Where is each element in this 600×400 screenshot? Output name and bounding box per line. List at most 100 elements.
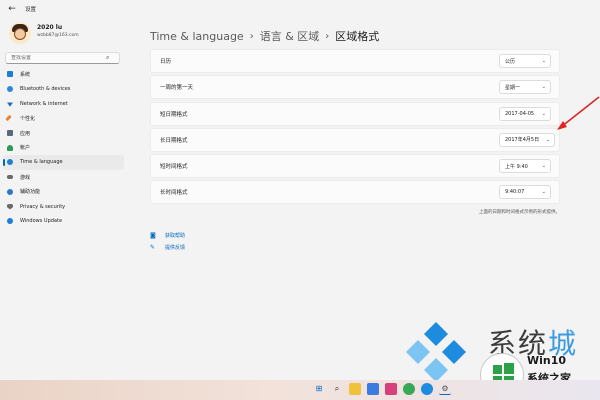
monitor-icon xyxy=(7,71,13,78)
dropdown-value: 星期一 xyxy=(505,84,521,91)
calendar-dropdown[interactable]: 公历 ⌄ xyxy=(499,54,551,68)
sidebar: 2020 lu wzbb87@163.com ⌕ 系统 Bluetooth & … xyxy=(0,18,128,380)
breadcrumb-time-language[interactable]: Time & language xyxy=(150,30,244,43)
shield-icon xyxy=(7,203,13,210)
get-help-label: 获取帮助 xyxy=(165,232,186,239)
sidebar-item-personalization[interactable]: 个性化 xyxy=(3,111,124,126)
chevron-right-icon: › xyxy=(249,30,254,42)
brush-icon xyxy=(5,115,12,122)
chevron-down-icon: ⌄ xyxy=(541,84,546,91)
user-profile[interactable]: 2020 lu wzbb87@163.com xyxy=(0,18,128,50)
setting-label: 短日期格式 xyxy=(160,111,188,118)
feedback-icon: ✎ xyxy=(150,243,156,251)
setting-row-first-day: 一周的第一天 星期一 ⌄ xyxy=(150,75,560,100)
title-bar: ← 设置 xyxy=(0,0,600,18)
gamepad-icon xyxy=(7,175,13,180)
long-date-dropdown[interactable]: 2017年4月5日 ⌄ xyxy=(499,132,555,147)
chevron-down-icon: ⌄ xyxy=(541,110,546,117)
wifi-icon xyxy=(7,102,13,107)
user-name: 2020 lu xyxy=(37,24,63,31)
setting-row-short-time: 短时间格式 上午 9:40 ⌄ xyxy=(150,154,560,179)
sidebar-item-apps[interactable]: 应用 xyxy=(3,126,124,141)
setting-label: 一周的第一天 xyxy=(160,85,194,92)
watermark-logo xyxy=(406,322,466,382)
setting-label: 长日期格式 xyxy=(160,137,188,144)
short-time-dropdown[interactable]: 上午 9:40 ⌄ xyxy=(499,159,551,174)
search-box[interactable]: ⌕ xyxy=(5,52,120,64)
sidebar-item-label: Privacy & security xyxy=(20,203,66,210)
setting-row-calendar: 日历 公历 ⌄ xyxy=(150,49,560,73)
window-title: 设置 xyxy=(25,7,37,13)
help-links: ◙ 获取帮助 ✎ 提供反馈 xyxy=(150,229,185,253)
annotation-arrow xyxy=(557,96,600,130)
sidebar-item-network[interactable]: Network & internet xyxy=(3,96,124,111)
sidebar-item-label: 应用 xyxy=(20,130,31,137)
file-explorer-icon[interactable] xyxy=(349,383,361,395)
chrome-icon[interactable] xyxy=(403,383,415,395)
search-input[interactable] xyxy=(6,55,106,61)
long-time-dropdown[interactable]: 9:40:07 ⌄ xyxy=(499,185,551,200)
sidebar-item-label: Network & internet xyxy=(20,100,68,107)
arrow-shaft xyxy=(560,96,600,128)
dropdown-value: 2017年4月5日 xyxy=(505,137,540,144)
sidebar-item-bluetooth[interactable]: Bluetooth & devices xyxy=(3,82,124,97)
sidebar-item-system[interactable]: 系统 xyxy=(3,67,124,82)
setting-label: 短时间格式 xyxy=(160,164,188,171)
accessibility-icon xyxy=(7,188,13,195)
dropdown-value: 2017-04-05 xyxy=(505,110,535,117)
back-arrow-icon[interactable]: ← xyxy=(5,2,19,16)
short-date-dropdown[interactable]: 2017-04-05 ⌄ xyxy=(499,106,551,121)
sidebar-nav: 系统 Bluetooth & devices Network & interne… xyxy=(0,67,124,229)
main-content: Time & language › 语言 & 区域 › 区域格式 日历 公历 ⌄… xyxy=(150,26,560,251)
sidebar-item-accessibility[interactable]: 辅助功能 xyxy=(3,185,124,200)
dropdown-value: 公历 xyxy=(505,58,516,65)
setting-label: 长时间格式 xyxy=(160,190,188,197)
chevron-down-icon: ⌄ xyxy=(545,136,550,143)
file-manager-icon[interactable] xyxy=(367,383,379,395)
setting-row-long-date: 长日期格式 2017年4月5日 ⌄ xyxy=(150,127,560,152)
photos-icon[interactable] xyxy=(385,383,397,395)
search-icon: ⌕ xyxy=(106,54,110,61)
search-icon[interactable]: ⌕ xyxy=(331,383,343,395)
chevron-down-icon: ⌄ xyxy=(541,163,546,170)
setting-row-long-time: 长时间格式 9:40:07 ⌄ xyxy=(150,180,560,205)
sidebar-item-label: Bluetooth & devices xyxy=(20,86,71,93)
dropdown-value: 9:40:07 xyxy=(505,189,525,196)
windows-start-icon[interactable]: ⊞ xyxy=(313,383,325,395)
sidebar-item-label: Windows Update xyxy=(20,218,63,225)
setting-row-short-date: 短日期格式 2017-04-05 ⌄ xyxy=(150,101,560,126)
sidebar-item-windows-update[interactable]: Windows Update xyxy=(3,214,124,229)
sidebar-item-label: 辅助功能 xyxy=(20,189,41,196)
first-day-dropdown[interactable]: 星期一 ⌄ xyxy=(499,80,551,95)
edge-icon[interactable] xyxy=(421,383,433,395)
update-icon xyxy=(7,218,13,225)
format-note: 上面的日期和时间格式示例的形式提供。 xyxy=(479,210,560,215)
sidebar-item-accounts[interactable]: 帐户 xyxy=(3,140,124,155)
settings-icon[interactable]: ⚙ xyxy=(439,383,451,395)
sidebar-item-label: 帐户 xyxy=(20,145,31,152)
sidebar-item-label: Time & language xyxy=(20,159,63,166)
chevron-down-icon: ⌄ xyxy=(541,189,546,196)
chevron-down-icon: ⌄ xyxy=(541,58,546,64)
breadcrumb-language-region[interactable]: 语言 & 区域 xyxy=(260,28,320,44)
person-icon xyxy=(7,144,13,151)
watermark-title: Win10 xyxy=(527,354,567,367)
taskbar-icons: ⊞ ⌕ ⚙ xyxy=(313,383,457,395)
setting-label: 日历 xyxy=(160,59,172,65)
arrow-head xyxy=(557,121,567,130)
sidebar-item-label: 个性化 xyxy=(20,115,36,122)
breadcrumb: Time & language › 语言 & 区域 › 区域格式 xyxy=(150,26,560,46)
help-icon: ◙ xyxy=(150,231,156,239)
sidebar-item-privacy[interactable]: Privacy & security xyxy=(3,199,124,214)
sidebar-item-time-language[interactable]: Time & language xyxy=(3,155,124,170)
sidebar-item-gaming[interactable]: 游戏 xyxy=(3,170,124,185)
chevron-right-icon: › xyxy=(325,30,330,42)
dropdown-value: 上午 9:40 xyxy=(505,163,528,170)
sidebar-item-label: 游戏 xyxy=(20,174,31,181)
taskbar: ⊞ ⌕ ⚙ xyxy=(0,380,600,400)
bluetooth-icon xyxy=(7,86,13,93)
apps-icon xyxy=(7,130,13,137)
feedback-link[interactable]: ✎ 提供反馈 xyxy=(150,241,185,253)
get-help-link[interactable]: ◙ 获取帮助 xyxy=(150,229,185,241)
avatar xyxy=(9,22,31,44)
